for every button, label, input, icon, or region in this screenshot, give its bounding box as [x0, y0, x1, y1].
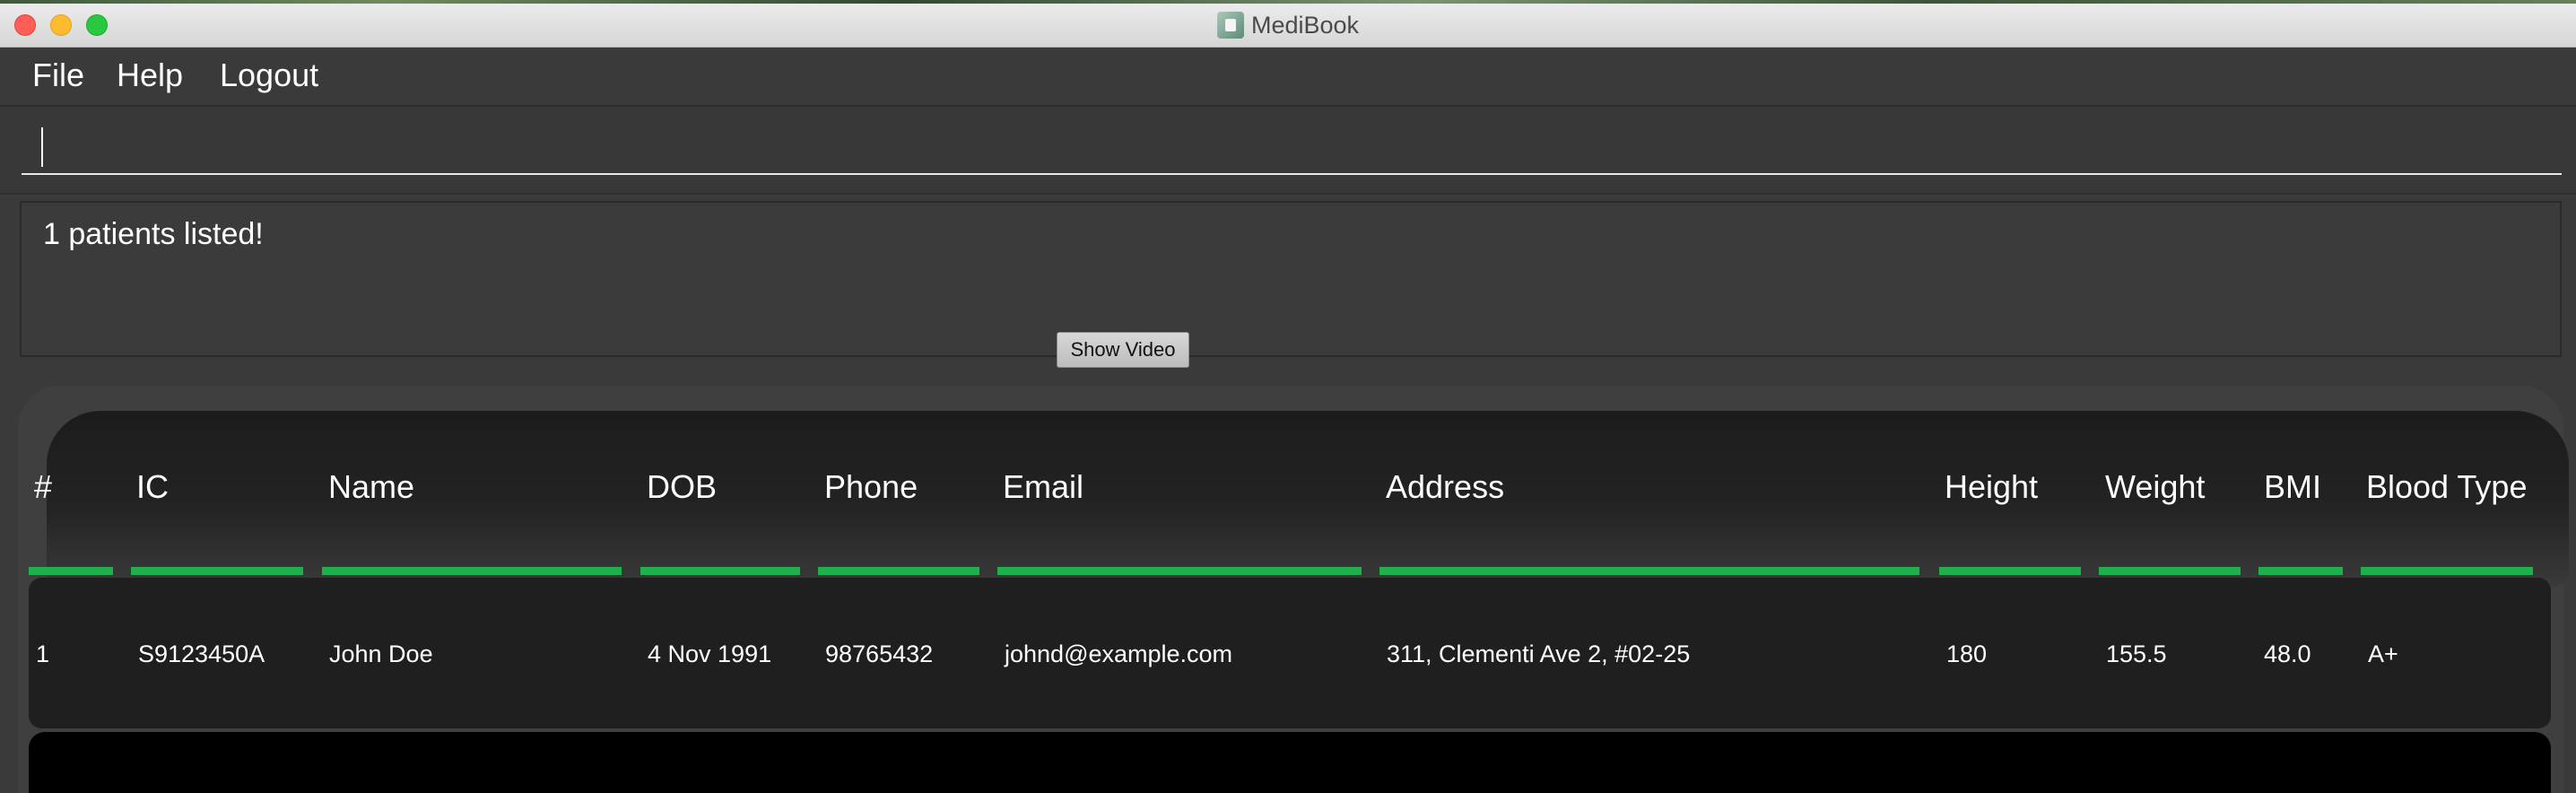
cell-name: John Doe	[329, 640, 433, 667]
column-resize-bar-height[interactable]	[1939, 567, 2081, 575]
column-header-email[interactable]: Email	[1003, 468, 1083, 506]
column-header-address[interactable]: Address	[1386, 468, 1504, 506]
cell-address: 311, Clementi Ave 2, #02-25	[1387, 640, 1691, 667]
column-header-index[interactable]: #	[34, 468, 52, 506]
column-header-blood-type[interactable]: Blood Type	[2366, 468, 2527, 506]
column-resize-bar-weight[interactable]	[2099, 567, 2241, 575]
command-box-area	[0, 107, 2576, 195]
cell-height: 180	[1946, 640, 1988, 667]
column-resize-bar-ic[interactable]	[131, 567, 303, 575]
menu-file[interactable]: File	[32, 57, 84, 94]
column-resize-bar-index[interactable]	[29, 567, 113, 575]
column-resize-bar-bmi[interactable]	[2258, 567, 2343, 575]
column-header-phone[interactable]: Phone	[824, 468, 918, 506]
text-caret	[41, 127, 43, 167]
menu-logout[interactable]: Logout	[220, 57, 318, 94]
show-video-button[interactable]: Show Video	[1057, 332, 1189, 368]
column-header-bmi[interactable]: BMI	[2264, 468, 2321, 506]
app-icon	[1216, 12, 1244, 39]
command-input[interactable]	[22, 125, 2562, 175]
window-title: MediBook	[1250, 11, 1360, 39]
empty-list-area	[29, 732, 2551, 793]
column-resize-bar-blood-type[interactable]	[2361, 567, 2533, 575]
cell-weight: 155.5	[2106, 640, 2167, 667]
cell-ic: S9123450A	[138, 640, 265, 667]
column-resize-bar-name[interactable]	[322, 567, 622, 575]
app-window: MediBook File Help Logout 1 patients lis…	[0, 0, 2576, 793]
result-display: 1 patients listed!	[20, 201, 2562, 357]
cell-email: johnd@example.com	[1005, 640, 1233, 667]
column-resize-bar-phone[interactable]	[818, 567, 979, 575]
title-wrap: MediBook	[0, 4, 2576, 47]
cell-blood-type: A+	[2368, 640, 2398, 667]
column-header-ic[interactable]: IC	[136, 468, 169, 506]
column-header-height[interactable]: Height	[1945, 468, 2038, 506]
menu-bar: File Help Logout	[0, 48, 2576, 107]
column-resize-bar-dob[interactable]	[640, 567, 800, 575]
column-header-name[interactable]: Name	[328, 468, 414, 506]
title-bar[interactable]: MediBook	[0, 4, 2576, 48]
result-message: 1 patients listed!	[43, 217, 264, 251]
column-resize-bar-address[interactable]	[1379, 567, 1919, 575]
cell-bmi: 48.0	[2264, 640, 2311, 667]
cell-phone: 98765432	[825, 640, 934, 667]
cell-index: 1	[36, 640, 50, 667]
column-header-dob[interactable]: DOB	[647, 468, 717, 506]
menu-help[interactable]: Help	[117, 57, 183, 94]
cell-dob: 4 Nov 1991	[648, 640, 772, 667]
column-resize-bar-email[interactable]	[997, 567, 1362, 575]
column-header-weight[interactable]: Weight	[2105, 468, 2205, 506]
